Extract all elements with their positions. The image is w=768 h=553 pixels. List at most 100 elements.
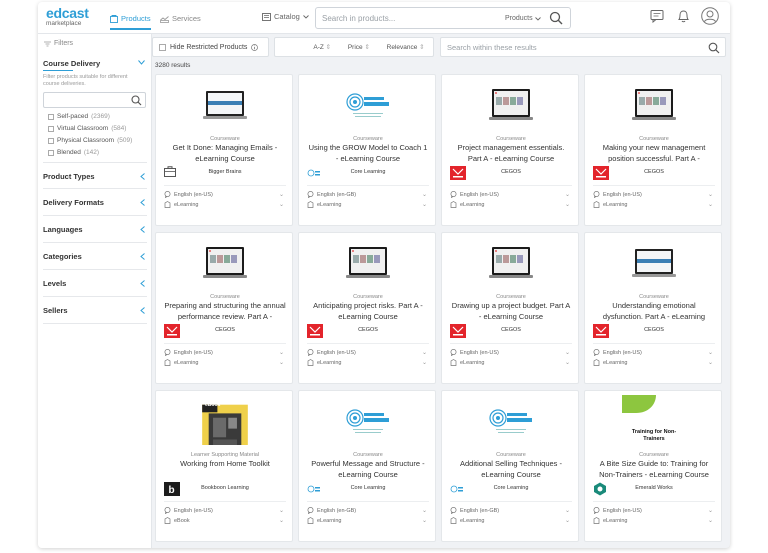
checkbox[interactable] [48, 125, 54, 132]
search-icon[interactable] [708, 42, 720, 54]
product-thumbnail[interactable] [299, 391, 437, 451]
product-card[interactable]: Courseware Additional Selling Techniques… [441, 390, 579, 542]
sellers-section[interactable]: Sellers [43, 297, 147, 324]
seller-name[interactable]: Emerald Works [593, 485, 715, 491]
delivery-option-self-paced[interactable]: Self-paced (2369) [48, 113, 110, 120]
tab-services[interactable]: Services [160, 14, 201, 23]
edcast-logo[interactable]: edcast marketplace [46, 6, 89, 27]
sort-a-z[interactable]: A-Z ⇕ [313, 43, 331, 51]
seller-name[interactable]: CEGOS [593, 169, 715, 175]
chevron-left-icon[interactable] [140, 226, 145, 233]
delivery-formats-section[interactable]: Delivery Formats [43, 189, 147, 216]
product-search-box[interactable]: Search in products... Products [315, 7, 571, 29]
product-card[interactable]: Courseware Anticipating project risks. P… [298, 232, 436, 384]
info-icon[interactable] [251, 43, 259, 51]
product-thumbnail[interactable] [156, 233, 294, 293]
expand-arrow-icon[interactable]: ⌄ [422, 517, 427, 524]
seller-name[interactable]: CEGOS [450, 327, 572, 333]
expand-arrow-icon[interactable]: ⌄ [708, 201, 713, 208]
user-avatar-icon[interactable] [701, 7, 719, 25]
search-icon[interactable] [549, 11, 563, 25]
expand-arrow-icon[interactable]: ⌄ [279, 517, 284, 524]
seller-name[interactable]: CEGOS [450, 169, 572, 175]
delivery-option-virtual-classroom[interactable]: Virtual Classroom (584) [48, 125, 126, 132]
seller-name[interactable]: Bigger Brains [164, 169, 286, 175]
notifications-bell-icon[interactable] [677, 9, 690, 23]
delivery-option-physical-classroom[interactable]: Physical Classroom (509) [48, 137, 132, 144]
product-title[interactable]: Preparing and structuring the annual per… [164, 301, 286, 322]
product-title[interactable]: Working from Home Toolkit [164, 459, 286, 480]
expand-arrow-icon[interactable]: ⌄ [708, 191, 713, 198]
product-title[interactable]: Get It Done: Managing Emails - eLearning… [164, 143, 286, 164]
product-card[interactable]: Courseware Preparing and structuring the… [155, 232, 293, 384]
seller-name[interactable]: CEGOS [164, 327, 286, 333]
checkbox[interactable] [48, 137, 54, 144]
checkbox[interactable] [159, 43, 166, 51]
chevron-left-icon[interactable] [140, 199, 145, 206]
expand-arrow-icon[interactable]: ⌄ [279, 201, 284, 208]
seller-name[interactable]: CEGOS [593, 327, 715, 333]
search-within-input[interactable]: Search within these results [447, 43, 537, 52]
product-thumbnail[interactable]: eBook [156, 391, 294, 451]
expand-arrow-icon[interactable]: ⌄ [708, 359, 713, 366]
product-title[interactable]: Additional Selling Techniques - eLearnin… [450, 459, 572, 480]
search-icon[interactable] [131, 95, 142, 106]
product-thumbnail[interactable] [156, 75, 294, 135]
product-card[interactable]: Courseware Get It Done: Managing Emails … [155, 74, 293, 226]
chevron-left-icon[interactable] [140, 280, 145, 287]
product-thumbnail[interactable] [299, 233, 437, 293]
categories-section[interactable]: Categories [43, 243, 147, 270]
product-title[interactable]: Project management essentials. Part A - … [450, 143, 572, 164]
product-title[interactable]: Powerful Message and Structure - eLearni… [307, 459, 429, 480]
levels-section[interactable]: Levels [43, 270, 147, 297]
expand-arrow-icon[interactable]: ⌄ [279, 349, 284, 356]
search-scope-dropdown[interactable]: Products [505, 15, 541, 22]
expand-arrow-icon[interactable]: ⌄ [708, 517, 713, 524]
expand-arrow-icon[interactable]: ⌄ [422, 191, 427, 198]
product-title[interactable]: Making your new management position succ… [593, 143, 715, 164]
seller-name[interactable]: Core Learning [450, 485, 572, 491]
product-card[interactable]: Courseware Using the GROW Model to Coach… [298, 74, 436, 226]
course-delivery-section[interactable]: Course Delivery [43, 56, 147, 70]
product-title[interactable]: Understanding emotional dysfunction. Par… [593, 301, 715, 322]
chevron-left-icon[interactable] [140, 307, 145, 314]
chevron-down-icon[interactable] [138, 60, 145, 65]
product-title[interactable]: Using the GROW Model to Coach 1 - eLearn… [307, 143, 429, 164]
product-card[interactable]: Courseware Drawing up a project budget. … [441, 232, 579, 384]
expand-arrow-icon[interactable]: ⌄ [708, 349, 713, 356]
product-title[interactable]: Anticipating project risks. Part A - eLe… [307, 301, 429, 322]
catalog-dropdown[interactable]: Catalog [262, 12, 309, 21]
expand-arrow-icon[interactable]: ⌄ [565, 517, 570, 524]
sort-relevance[interactable]: Relevance ⇕ [387, 43, 425, 51]
seller-name[interactable]: Bookboon Learning [164, 485, 286, 491]
checkbox[interactable] [48, 113, 54, 120]
product-thumbnail[interactable] [585, 75, 723, 135]
chevron-left-icon[interactable] [140, 253, 145, 260]
tab-products[interactable]: Products [110, 14, 151, 30]
expand-arrow-icon[interactable]: ⌄ [422, 201, 427, 208]
messages-icon[interactable] [650, 9, 664, 23]
product-card[interactable]: eBook Learner Supporting Material Workin… [155, 390, 293, 542]
product-thumbnail[interactable] [442, 75, 580, 135]
delivery-option-blended[interactable]: Blended (142) [48, 149, 99, 156]
checkbox[interactable] [48, 149, 54, 156]
product-card[interactable]: Courseware Powerful Message and Structur… [298, 390, 436, 542]
product-thumbnail[interactable] [442, 233, 580, 293]
seller-name[interactable]: CEGOS [307, 327, 429, 333]
search-within-results[interactable]: Search within these results [440, 37, 726, 57]
expand-arrow-icon[interactable]: ⌄ [708, 507, 713, 514]
expand-arrow-icon[interactable]: ⌄ [565, 349, 570, 356]
product-card[interactable]: Courseware Understanding emotional dysfu… [584, 232, 722, 384]
product-title[interactable]: A Bite Size Guide to: Training for Non-T… [593, 459, 715, 480]
languages-section[interactable]: Languages [43, 216, 147, 243]
product-card[interactable]: Training for Non-Trainers Courseware A B… [584, 390, 722, 542]
expand-arrow-icon[interactable]: ⌄ [422, 349, 427, 356]
chevron-left-icon[interactable] [140, 173, 145, 180]
search-input[interactable]: Search in products... [322, 14, 395, 23]
product-card[interactable]: Courseware Project management essentials… [441, 74, 579, 226]
product-types-section[interactable]: Product Types [43, 162, 147, 189]
expand-arrow-icon[interactable]: ⌄ [565, 359, 570, 366]
expand-arrow-icon[interactable]: ⌄ [565, 191, 570, 198]
expand-arrow-icon[interactable]: ⌄ [422, 359, 427, 366]
expand-arrow-icon[interactable]: ⌄ [422, 507, 427, 514]
